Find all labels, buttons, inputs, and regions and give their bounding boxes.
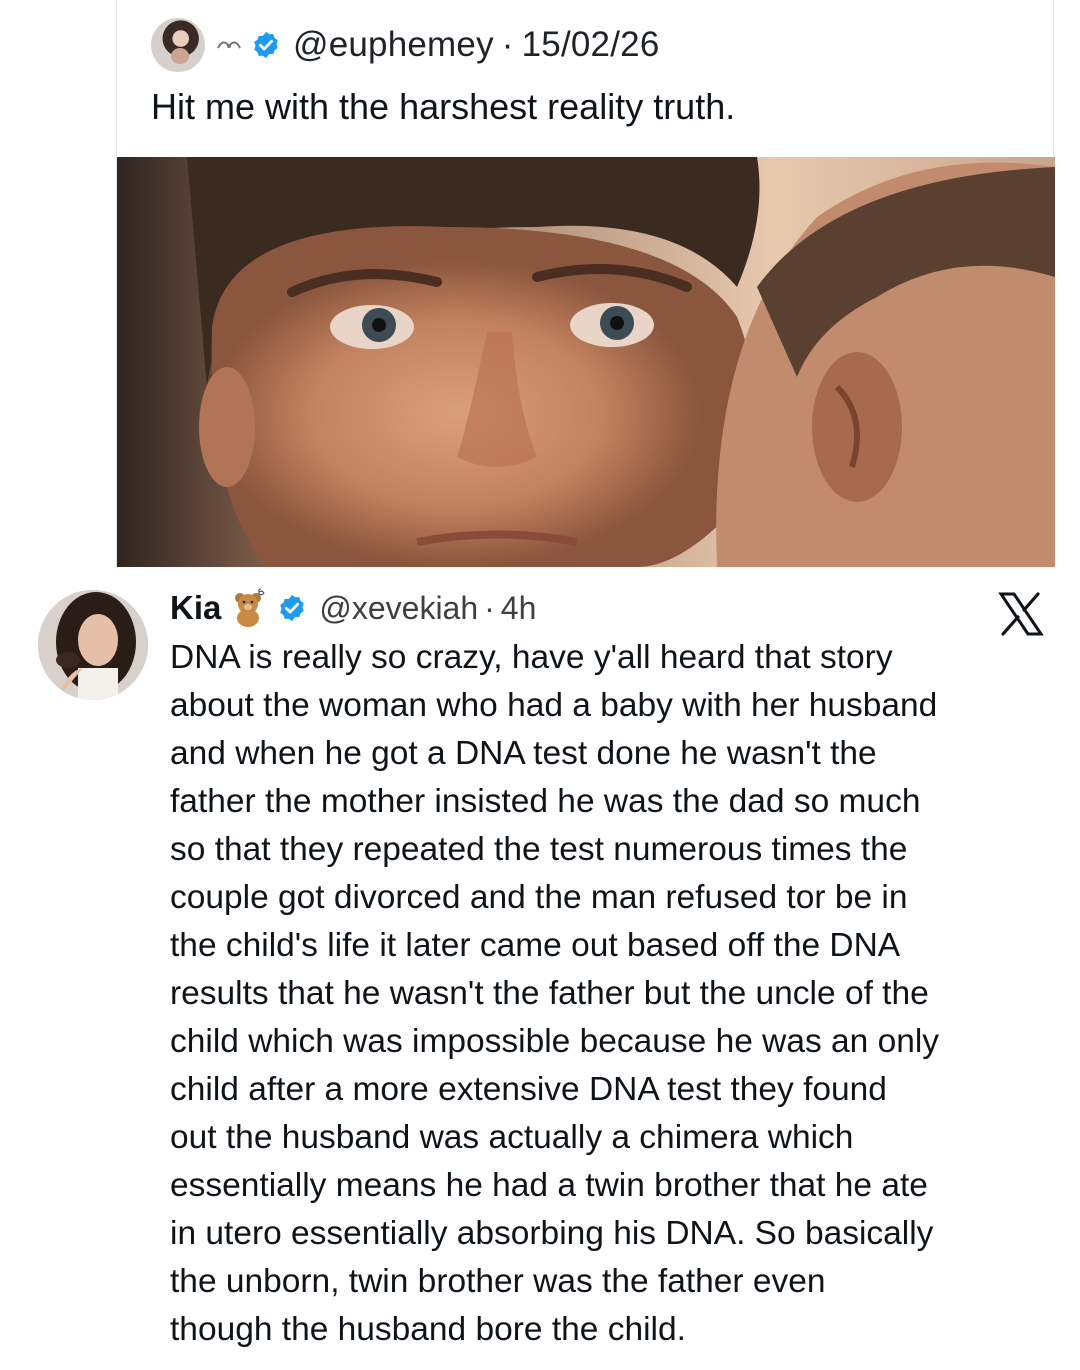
tweet-text-line: and when he got a DNA test done he wasn'… — [170, 735, 877, 772]
tweet-text-line: the child's life it later came out based… — [170, 927, 901, 964]
avatar[interactable] — [38, 590, 148, 700]
tweet-text-line: the unborn, twin brother was the father … — [170, 1263, 826, 1300]
verified-badge-icon — [254, 31, 278, 59]
tweet-text-line: about the woman who had a baby with her … — [170, 687, 938, 724]
separator: · — [501, 25, 514, 64]
quoted-date: 15/02/26 — [521, 25, 660, 64]
x-logo-icon — [998, 592, 1044, 636]
reply-time: 4h — [500, 589, 537, 626]
display-name[interactable]: Kia — [170, 589, 221, 627]
tweet-text-line: child after a more extensive DNA test th… — [170, 1071, 887, 1108]
tweet-photo[interactable] — [117, 157, 1055, 567]
tweet-text-line: though the husband bore the child. — [170, 1311, 686, 1348]
tweet-text-line: essentially means he had a twin brother … — [170, 1167, 928, 1204]
reply-handle[interactable]: @xevekiah — [319, 590, 478, 626]
separator: · — [484, 589, 495, 626]
reply-tweet-text: DNA is really so crazy, have y'all heard… — [170, 634, 1060, 1354]
quoted-tweet-text: Hit me with the harshest reality truth. — [151, 86, 736, 127]
tweet-text-line: in utero essentially absorbing his DNA. … — [170, 1215, 934, 1252]
teddy-bear-icon — [235, 588, 265, 627]
tweet-text-line: out the husband was actually a chimera w… — [170, 1119, 854, 1156]
tweet-text-line: father the mother insisted he was the da… — [170, 783, 921, 820]
verified-badge-icon — [280, 594, 305, 622]
tweet-text-line: couple got divorced and the man refused … — [170, 879, 908, 916]
tweet-text-line: child which was impossible because he wa… — [170, 1023, 940, 1060]
reply-meta: @xevekiah · 4h — [319, 590, 536, 627]
reply-tweet-header: Kia @xevekiah · 4h — [170, 586, 536, 630]
avatar[interactable] — [151, 18, 205, 72]
quoted-tweet-meta: @euphemey · 15/02/26 — [293, 25, 659, 65]
quoted-tweet-header: @euphemey · 15/02/26 — [151, 16, 659, 74]
quoted-handle[interactable]: @euphemey — [293, 25, 494, 64]
tweet-text-line: results that he wasn't the father but th… — [170, 975, 929, 1012]
bow-emoji-icon — [215, 34, 243, 56]
tweet-text-line: so that they repeated the test numerous … — [170, 831, 908, 868]
tweet-text-line: DNA is really so crazy, have y'all heard… — [170, 639, 893, 676]
quoted-tweet-card[interactable]: @euphemey · 15/02/26 Hit me with the harsh… — [116, 0, 1055, 567]
